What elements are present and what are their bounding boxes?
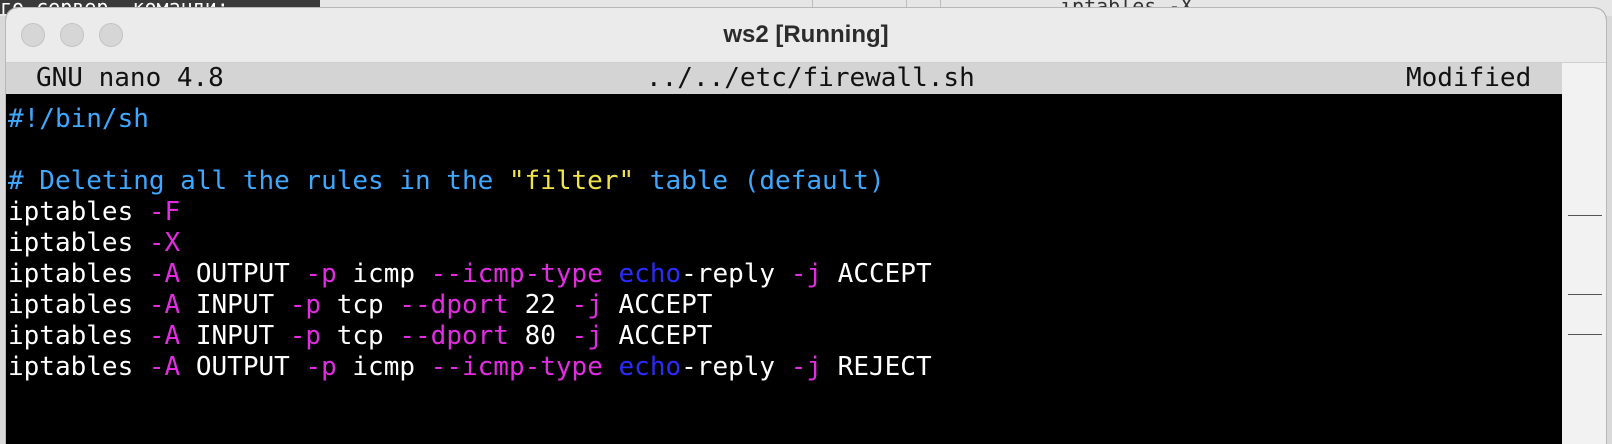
nano-filename: ../../etc/firewall.sh bbox=[646, 63, 975, 93]
code-token-plain: iptables bbox=[8, 352, 149, 382]
code-token-plain: REJECT bbox=[822, 352, 932, 382]
code-token-plain: INPUT bbox=[180, 290, 290, 320]
editor-line[interactable]: iptables -X bbox=[8, 228, 180, 259]
code-token-plain: -reply bbox=[681, 352, 791, 382]
code-token-plain: ACCEPT bbox=[602, 290, 713, 320]
code-token-flag: -p bbox=[305, 352, 337, 382]
code-token-plain: -reply bbox=[681, 259, 791, 289]
code-token-flag: -A bbox=[148, 290, 181, 320]
code-token-plain: iptables bbox=[8, 290, 149, 320]
code-token-flag: -A bbox=[148, 259, 181, 289]
code-token-flag: -j bbox=[790, 352, 823, 382]
code-token-kw: echo bbox=[618, 259, 682, 289]
code-token-flag: -j bbox=[790, 259, 823, 289]
code-token-flag: -A bbox=[148, 321, 181, 351]
code-token-plain: icmp bbox=[336, 259, 431, 289]
code-token-flag: -A bbox=[148, 352, 181, 382]
code-token-flag: --icmp-type bbox=[430, 352, 603, 382]
code-token-plain: OUTPUT bbox=[180, 259, 306, 289]
window-title: ws2 [Running] bbox=[723, 21, 889, 48]
code-token-plain: OUTPUT bbox=[180, 352, 306, 382]
code-token-flag: -p bbox=[289, 290, 322, 320]
code-token-flag: -j bbox=[571, 321, 603, 351]
code-token-flag: -p bbox=[305, 259, 337, 289]
code-token-plain: 22 bbox=[508, 290, 572, 320]
gutter-mark bbox=[1568, 334, 1602, 335]
code-token-plain: icmp bbox=[336, 352, 431, 382]
code-token-plain: iptables bbox=[8, 228, 149, 258]
code-token-comment: #!/bin/sh bbox=[8, 104, 149, 134]
code-token-plain: INPUT bbox=[180, 321, 290, 351]
editor-line[interactable]: #!/bin/sh bbox=[8, 104, 149, 135]
nano-version: GNU nano 4.8 bbox=[36, 63, 224, 93]
code-token-flag: -p bbox=[289, 321, 322, 351]
code-token-flag: -F bbox=[148, 197, 181, 227]
code-token-plain: tcp bbox=[321, 321, 400, 351]
nano-header: GNU nano 4.8 ../../etc/firewall.sh Modif… bbox=[6, 63, 1562, 94]
editor-line[interactable]: iptables -A OUTPUT -p icmp --icmp-type e… bbox=[8, 352, 932, 383]
editor-line[interactable]: iptables -A OUTPUT -p icmp --icmp-type e… bbox=[8, 259, 932, 290]
code-token-flag: -X bbox=[148, 228, 181, 258]
code-token-kw: echo bbox=[618, 352, 682, 382]
code-token-string: "filter" bbox=[508, 166, 635, 196]
code-token-flag: --dport bbox=[399, 321, 509, 351]
code-token-plain: iptables bbox=[8, 321, 149, 351]
editor-line[interactable]: iptables -A INPUT -p tcp --dport 80 -j A… bbox=[8, 321, 712, 352]
editor-text-area[interactable]: #!/bin/sh # Deleting all the rules in the… bbox=[6, 94, 1562, 444]
gutter-mark bbox=[1568, 215, 1602, 216]
title-bar[interactable]: ws2 [Running] bbox=[6, 8, 1606, 63]
code-token-flag: --icmp-type bbox=[430, 259, 603, 289]
code-token-plain: tcp bbox=[321, 290, 400, 320]
gutter-mark bbox=[1568, 294, 1602, 295]
nano-status: Modified bbox=[1406, 63, 1532, 93]
editor-line[interactable]: iptables -F bbox=[8, 197, 180, 228]
code-token-plain: iptables bbox=[8, 259, 149, 289]
vm-window: ws2 [Running] GNU nano 4.8 ../../etc/fir… bbox=[6, 8, 1606, 444]
code-token-comment: # Deleting all the rules in the bbox=[8, 166, 509, 196]
code-token-plain: ACCEPT bbox=[602, 321, 713, 351]
editor-line[interactable]: iptables -A INPUT -p tcp --dport 22 -j A… bbox=[8, 290, 712, 321]
code-token-plain: 80 bbox=[508, 321, 572, 351]
code-token-plain: ACCEPT bbox=[822, 259, 932, 289]
editor-line[interactable]: # Deleting all the rules in the "filter"… bbox=[8, 166, 885, 197]
code-token-comment: table (default) bbox=[634, 166, 885, 196]
code-token-flag: -j bbox=[571, 290, 603, 320]
code-token-flag: --dport bbox=[399, 290, 509, 320]
right-edge-panel bbox=[1562, 63, 1606, 444]
code-token-plain: iptables bbox=[8, 197, 149, 227]
